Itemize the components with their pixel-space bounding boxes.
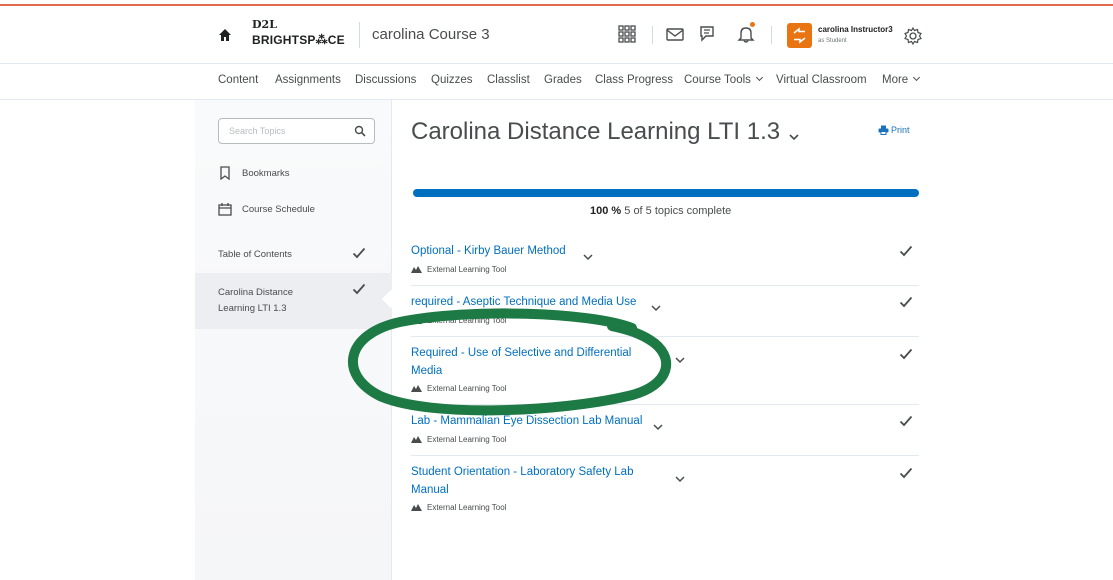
minibar-header: D2L BRIGHTSP⁂CE carolina Course 3 caroli… <box>0 8 1113 64</box>
topic-type: External Learning Tool <box>411 316 506 325</box>
nav-virtual-classroom[interactable]: Virtual Classroom <box>776 74 867 86</box>
sidebar-item-current-module[interactable]: Carolina Distance Learning LTI 1.3 <box>218 285 318 317</box>
topic-type-label: External Learning Tool <box>427 503 507 512</box>
nav-grades[interactable]: Grades <box>544 74 582 86</box>
chevron-down-icon[interactable] <box>675 476 685 483</box>
topic-link[interactable]: Optional - Kirby Bauer Method <box>411 242 566 260</box>
nav-course-tools[interactable]: Course Tools <box>684 73 763 86</box>
chat-icon[interactable] <box>698 24 718 44</box>
printer-icon <box>878 125 889 135</box>
nav-discussions[interactable]: Discussions <box>355 74 416 86</box>
topic-row: Student Orientation - Laboratory Safety … <box>411 457 919 527</box>
topic-type: External Learning Tool <box>411 503 506 512</box>
search-topics-input[interactable]: Search Topics <box>218 118 375 144</box>
notification-bell-icon[interactable] <box>736 24 756 44</box>
notification-dot <box>750 22 755 27</box>
nav-content[interactable]: Content <box>218 74 258 86</box>
nav-assignments[interactable]: Assignments <box>275 74 341 86</box>
search-placeholder: Search Topics <box>229 126 286 136</box>
chevron-down-icon[interactable] <box>651 305 661 312</box>
home-icon[interactable] <box>218 28 232 42</box>
topic-link[interactable]: Student Orientation - Laboratory Safety … <box>411 463 651 499</box>
checkmark-icon <box>899 348 913 360</box>
topic-row: Lab - Mammalian Eye Dissection Lab Manua… <box>411 406 919 456</box>
print-label: Print <box>891 125 910 135</box>
progress-summary: 100 % 5 of 5 topics complete <box>590 205 731 217</box>
logo-brightspace-text: BRIGHTSP⁂CE <box>252 33 345 47</box>
topic-type-label: External Learning Tool <box>427 316 507 325</box>
user-name[interactable]: carolina Instructor3 <box>818 25 893 34</box>
topic-type-label: External Learning Tool <box>427 384 507 393</box>
topic-type: External Learning Tool <box>411 435 506 444</box>
topic-link[interactable]: required - Aseptic Technique and Media U… <box>411 293 636 311</box>
external-tool-icon <box>411 436 422 443</box>
external-tool-icon <box>411 317 422 324</box>
course-navbar: Content Assignments Discussions Quizzes … <box>0 64 1113 100</box>
checkmark-icon <box>899 245 913 257</box>
bookmark-icon <box>220 166 230 180</box>
header-divider <box>771 26 772 44</box>
checkmark-icon <box>899 467 913 479</box>
avatar[interactable] <box>787 23 812 48</box>
chevron-down-icon[interactable] <box>583 254 593 261</box>
gear-icon[interactable] <box>903 26 923 46</box>
nav-class-progress[interactable]: Class Progress <box>595 74 673 86</box>
sidebar-item-table-of-contents[interactable]: Table of Contents <box>218 249 292 260</box>
external-tool-icon <box>411 385 422 392</box>
topic-row: required - Aseptic Technique and Media U… <box>411 287 919 337</box>
logo-d2l-text: D2L <box>252 18 277 31</box>
course-selector-grid-icon[interactable] <box>617 24 637 44</box>
nav-course-tools-label: Course Tools <box>684 74 751 86</box>
progress-bar <box>413 189 919 197</box>
sidebar-item-bookmarks[interactable]: Bookmarks <box>242 168 290 179</box>
topic-row: Optional - Kirby Bauer Method External L… <box>411 236 919 286</box>
nav-more-label: More <box>882 74 909 86</box>
external-tool-icon <box>411 504 422 511</box>
page-title: Carolina Distance Learning LTI 1.3 <box>411 118 781 145</box>
course-name[interactable]: carolina Course 3 <box>372 26 490 43</box>
checkmark-icon <box>899 415 913 427</box>
chevron-down-icon <box>755 73 763 82</box>
browser-top-strip <box>0 0 1113 6</box>
sidebar-item-course-schedule[interactable]: Course Schedule <box>242 204 315 215</box>
user-role: as Student <box>818 38 847 44</box>
topic-type-label: External Learning Tool <box>427 265 507 274</box>
topic-link[interactable]: Lab - Mammalian Eye Dissection Lab Manua… <box>411 412 642 430</box>
nav-more[interactable]: More <box>882 73 921 86</box>
print-button[interactable]: Print <box>878 125 910 135</box>
chevron-down-icon <box>913 73 921 82</box>
topic-row: Required - Use of Selective and Differen… <box>411 338 919 405</box>
topic-link[interactable]: Required - Use of Selective and Differen… <box>411 344 651 380</box>
search-icon[interactable] <box>354 125 366 137</box>
chevron-down-icon[interactable] <box>675 357 685 364</box>
checkmark-icon <box>352 247 366 259</box>
topic-type: External Learning Tool <box>411 384 506 393</box>
header-divider <box>652 26 653 44</box>
d2l-brightspace-logo[interactable]: D2L BRIGHTSP⁂CE <box>252 19 345 46</box>
progress-percent: 100 % <box>590 205 622 217</box>
topic-type: External Learning Tool <box>411 265 506 274</box>
external-tool-icon <box>411 266 422 273</box>
header-divider <box>359 22 360 48</box>
nav-quizzes[interactable]: Quizzes <box>431 74 473 86</box>
mail-icon[interactable] <box>665 24 685 44</box>
chevron-down-icon[interactable] <box>653 424 663 431</box>
chevron-down-icon[interactable] <box>789 134 799 141</box>
checkmark-icon <box>899 296 913 308</box>
checkmark-icon <box>352 283 366 295</box>
topic-type-label: External Learning Tool <box>427 435 507 444</box>
nav-classlist[interactable]: Classlist <box>487 74 530 86</box>
progress-status: 5 of 5 topics complete <box>624 205 732 217</box>
calendar-icon <box>218 203 232 216</box>
impersonation-swap-icon <box>793 27 806 44</box>
